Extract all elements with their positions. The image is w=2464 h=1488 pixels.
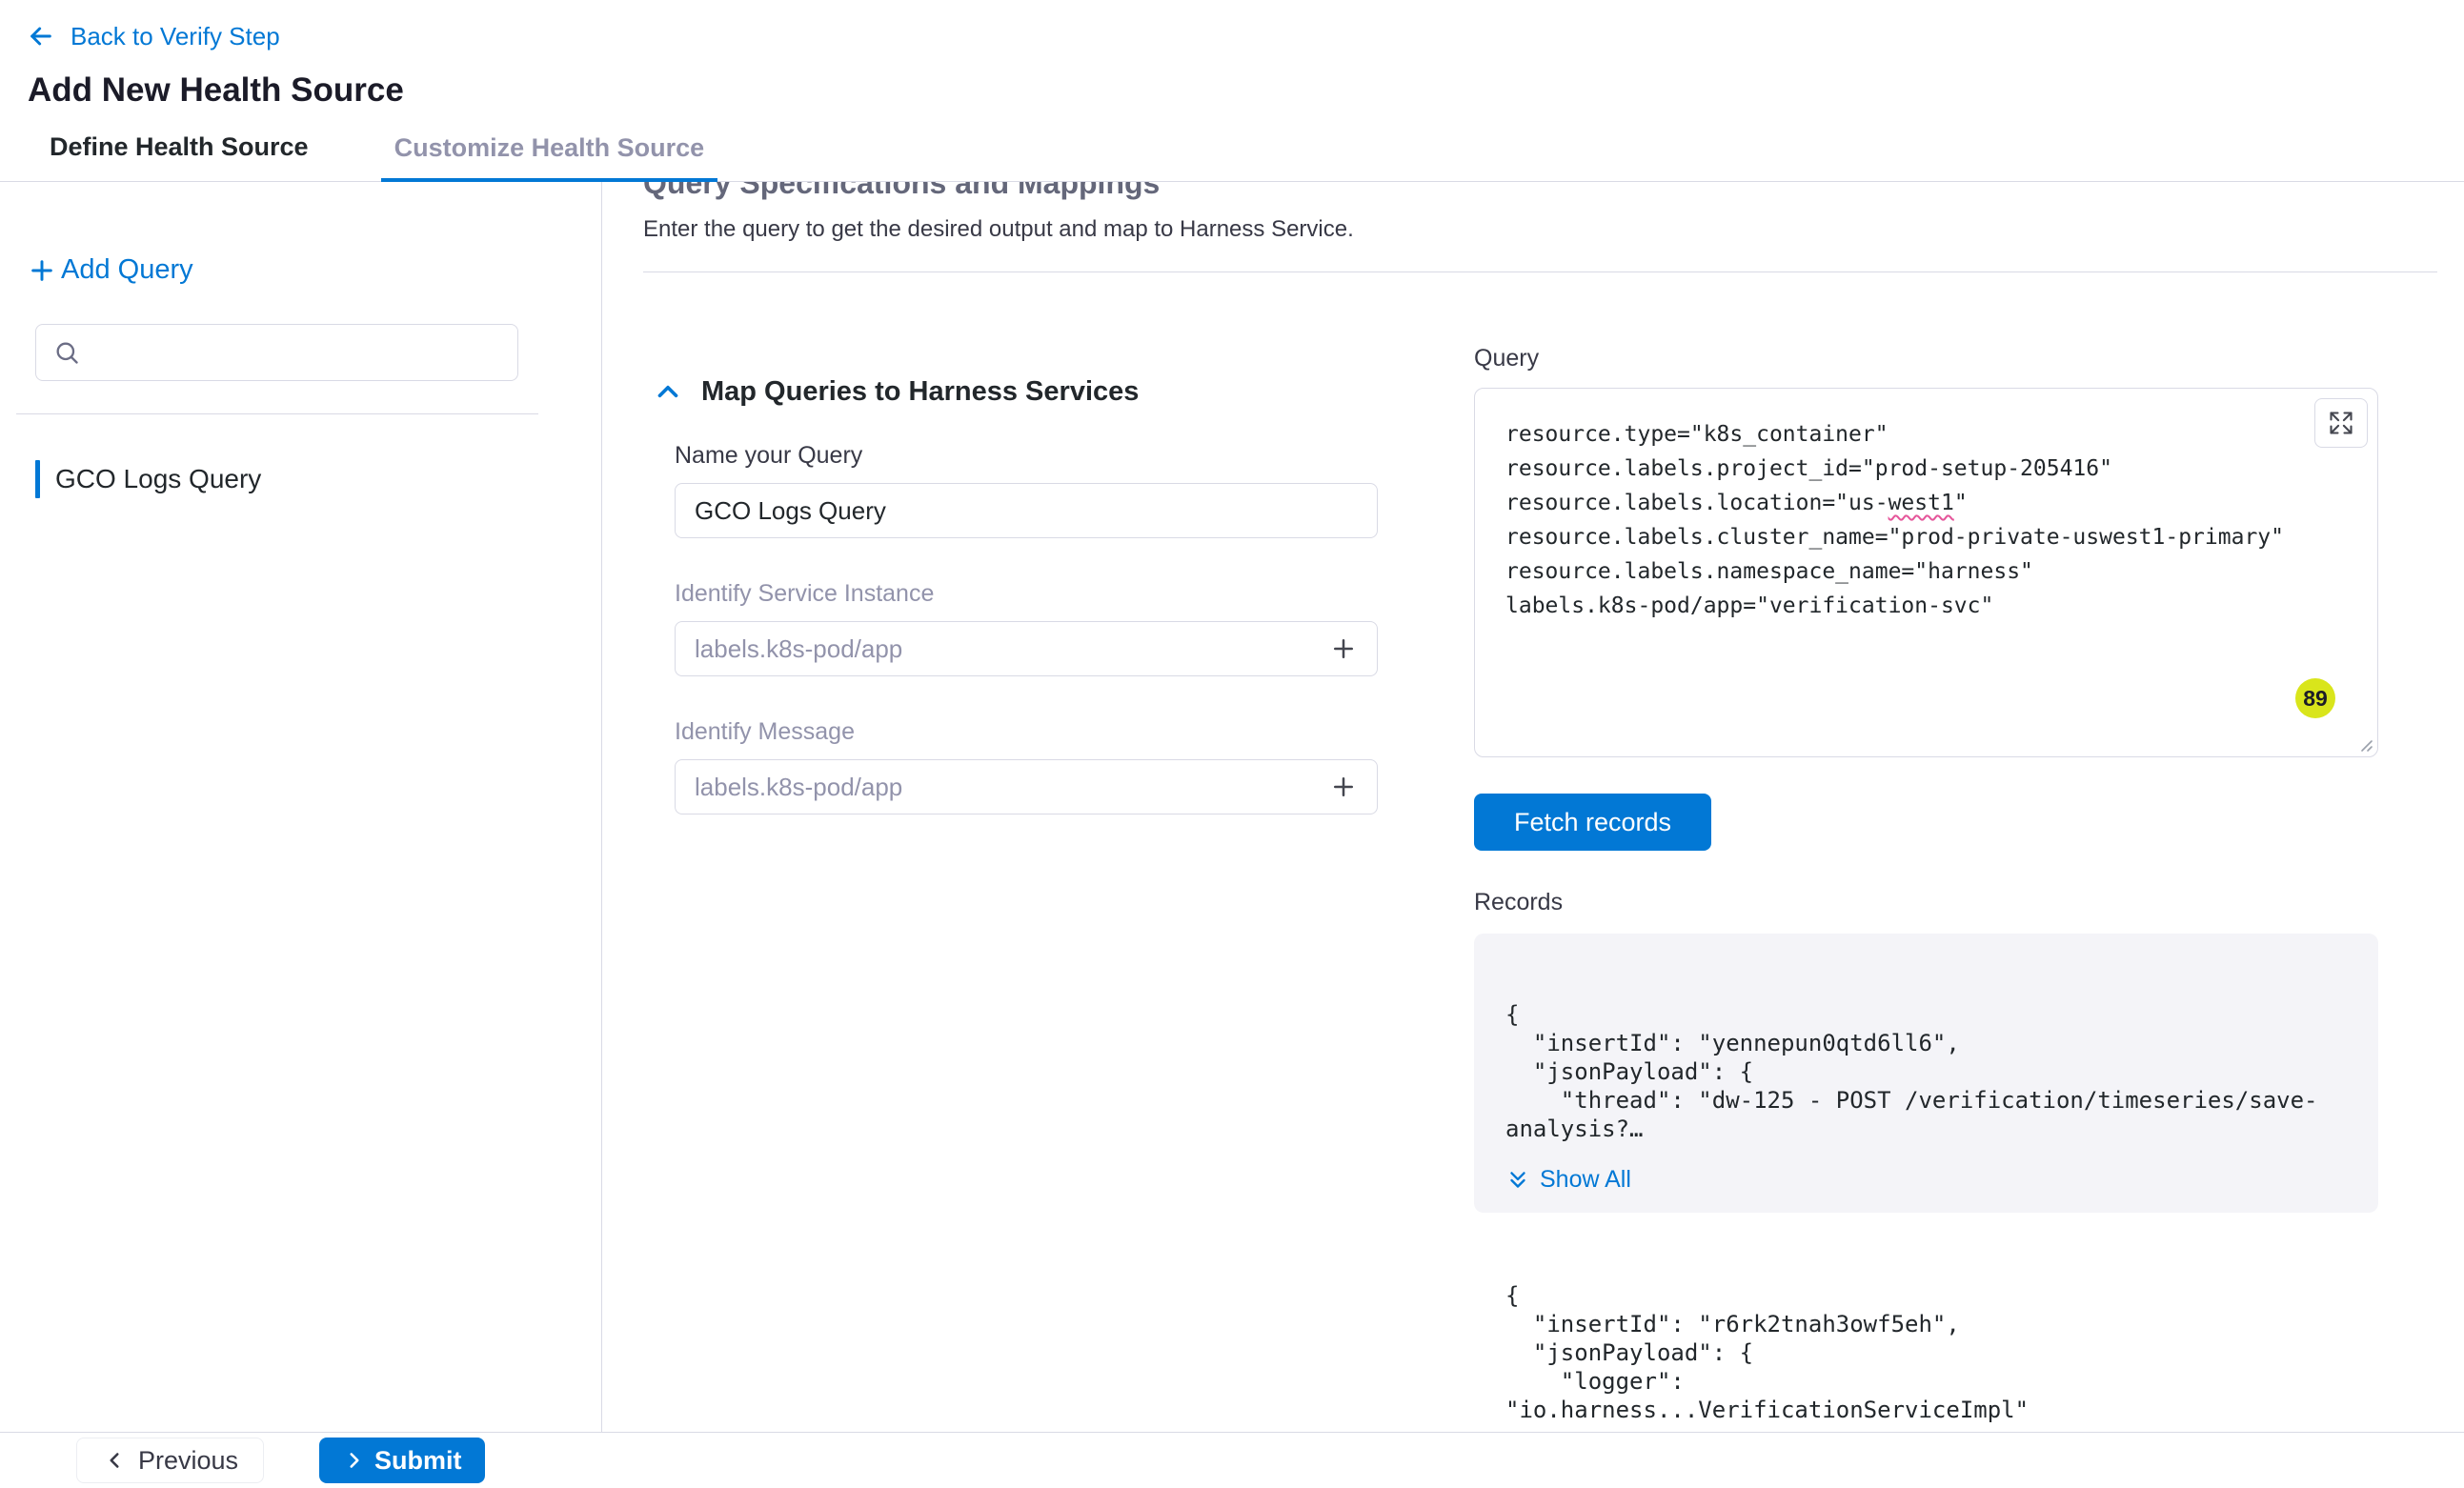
previous-label: Previous bbox=[138, 1446, 238, 1476]
plus-icon bbox=[1329, 634, 1358, 663]
query-line: resource.labels.cluster_name="prod-priva… bbox=[1505, 520, 2347, 554]
service-instance-label: Identify Service Instance bbox=[675, 580, 1474, 608]
add-query-button[interactable]: Add Query bbox=[27, 254, 193, 286]
tab-define-health-source[interactable]: Define Health Source bbox=[36, 132, 322, 181]
chevron-right-icon bbox=[342, 1448, 367, 1473]
record-line: { bbox=[1505, 1281, 2378, 1310]
service-instance-field bbox=[675, 621, 1378, 676]
query-mapping-panel: Map Queries to Harness Services Name you… bbox=[643, 272, 2464, 1424]
add-health-source-page: Back to Verify Step Add New Health Sourc… bbox=[0, 0, 2464, 1488]
footer-bar: Previous Submit bbox=[0, 1432, 2464, 1488]
record-line: "thread": "dw-125 - POST /verification/t… bbox=[1505, 1086, 2347, 1115]
back-arrow-icon bbox=[26, 21, 56, 51]
query-line: resource.labels.location="us-west1" bbox=[1505, 486, 2347, 520]
submit-label: Submit bbox=[374, 1446, 462, 1476]
record-line: "jsonPayload": { bbox=[1505, 1338, 2378, 1367]
misspelled-word: west1 bbox=[1888, 491, 1954, 515]
show-all-label: Show All bbox=[1540, 1166, 1631, 1194]
expand-icon bbox=[2328, 410, 2354, 436]
page-body: Add Query GCO Logs Query Query Specifica… bbox=[0, 182, 2464, 1432]
query-line: resource.labels.project_id="prod-setup-2… bbox=[1505, 452, 2347, 486]
section-title: Query Specifications and Mappings bbox=[643, 182, 2464, 199]
add-query-label: Add Query bbox=[61, 254, 193, 286]
query-label: Query bbox=[1474, 345, 2378, 372]
record-line: "io.harness...VerificationServiceImpl" bbox=[1505, 1396, 2378, 1424]
main-content: Query Specifications and Mappings Enter … bbox=[601, 182, 2464, 1432]
page-title: Add New Health Source bbox=[28, 71, 2420, 110]
plus-icon bbox=[1329, 773, 1358, 801]
record-line: analysis?… bbox=[1505, 1115, 2347, 1143]
record-line: "jsonPayload": { bbox=[1505, 1057, 2347, 1086]
record-line: "logger": bbox=[1505, 1367, 2378, 1396]
resize-handle[interactable] bbox=[2352, 731, 2374, 754]
records-label: Records bbox=[1474, 889, 2378, 916]
back-link-label: Back to Verify Step bbox=[71, 22, 280, 51]
identify-message-field bbox=[675, 759, 1378, 814]
query-sidebar: Add Query GCO Logs Query bbox=[0, 182, 601, 1432]
records-panel: { "insertId": "yennepun0qtd6ll6", "jsonP… bbox=[1474, 934, 2378, 1213]
tab-bar: Define Health Source Customize Health So… bbox=[0, 110, 2464, 182]
record-line: { bbox=[1505, 1000, 2347, 1029]
record-item: { "insertId": "r6rk2tnah3owf5eh", "jsonP… bbox=[1474, 1281, 2378, 1424]
fetch-records-button[interactable]: Fetch records bbox=[1474, 794, 1711, 851]
query-list-item-gco-logs[interactable]: GCO Logs Query bbox=[35, 460, 601, 498]
expand-query-button[interactable] bbox=[2314, 398, 2368, 448]
query-line: resource.labels.namespace_name="harness" bbox=[1505, 554, 2347, 589]
query-search-box bbox=[35, 324, 518, 381]
previous-button[interactable]: Previous bbox=[76, 1438, 264, 1483]
double-chevron-down-icon bbox=[1505, 1168, 1530, 1193]
record-line: "insertId": "yennepun0qtd6ll6", bbox=[1505, 1029, 2347, 1057]
selected-indicator bbox=[35, 460, 40, 498]
chevron-left-icon bbox=[102, 1448, 127, 1473]
character-count-badge: 89 bbox=[2295, 678, 2335, 718]
search-icon bbox=[53, 339, 80, 366]
sidebar-divider bbox=[16, 413, 538, 414]
identify-message-label: Identify Message bbox=[675, 718, 1474, 746]
name-query-label: Name your Query bbox=[675, 442, 1474, 470]
query-line: resource.type="k8s_container" bbox=[1505, 417, 2347, 452]
page-header: Back to Verify Step Add New Health Sourc… bbox=[0, 0, 2464, 110]
chevron-up-icon bbox=[652, 375, 684, 408]
show-all-link[interactable]: Show All bbox=[1505, 1166, 1631, 1194]
mapping-form: Name your Query Identify Service Instanc… bbox=[675, 442, 1474, 814]
submit-button[interactable]: Submit bbox=[319, 1438, 485, 1483]
query-column: Query resource.type="k8s_container" reso… bbox=[1474, 332, 2378, 1424]
tab-customize-health-source[interactable]: Customize Health Source bbox=[381, 133, 718, 182]
section-subtitle: Enter the query to get the desired outpu… bbox=[643, 216, 2464, 243]
map-queries-title: Map Queries to Harness Services bbox=[701, 376, 1139, 408]
identify-message-input[interactable] bbox=[675, 759, 1378, 814]
query-editor[interactable]: resource.type="k8s_container" resource.l… bbox=[1474, 388, 2378, 757]
service-instance-input[interactable] bbox=[675, 621, 1378, 676]
query-item-label: GCO Logs Query bbox=[55, 464, 261, 494]
map-queries-header[interactable]: Map Queries to Harness Services bbox=[643, 375, 1474, 408]
plus-icon bbox=[27, 255, 57, 286]
mapping-form-column: Map Queries to Harness Services Name you… bbox=[643, 375, 1474, 1424]
record-line: "insertId": "r6rk2tnah3owf5eh", bbox=[1505, 1310, 2378, 1338]
service-instance-add-button[interactable] bbox=[1323, 628, 1364, 670]
identify-message-add-button[interactable] bbox=[1323, 766, 1364, 808]
query-name-input[interactable] bbox=[675, 483, 1378, 538]
back-link[interactable]: Back to Verify Step bbox=[26, 21, 280, 51]
query-line: labels.k8s-pod/app="verification-svc" bbox=[1505, 589, 2347, 623]
query-search-input[interactable] bbox=[93, 339, 500, 367]
